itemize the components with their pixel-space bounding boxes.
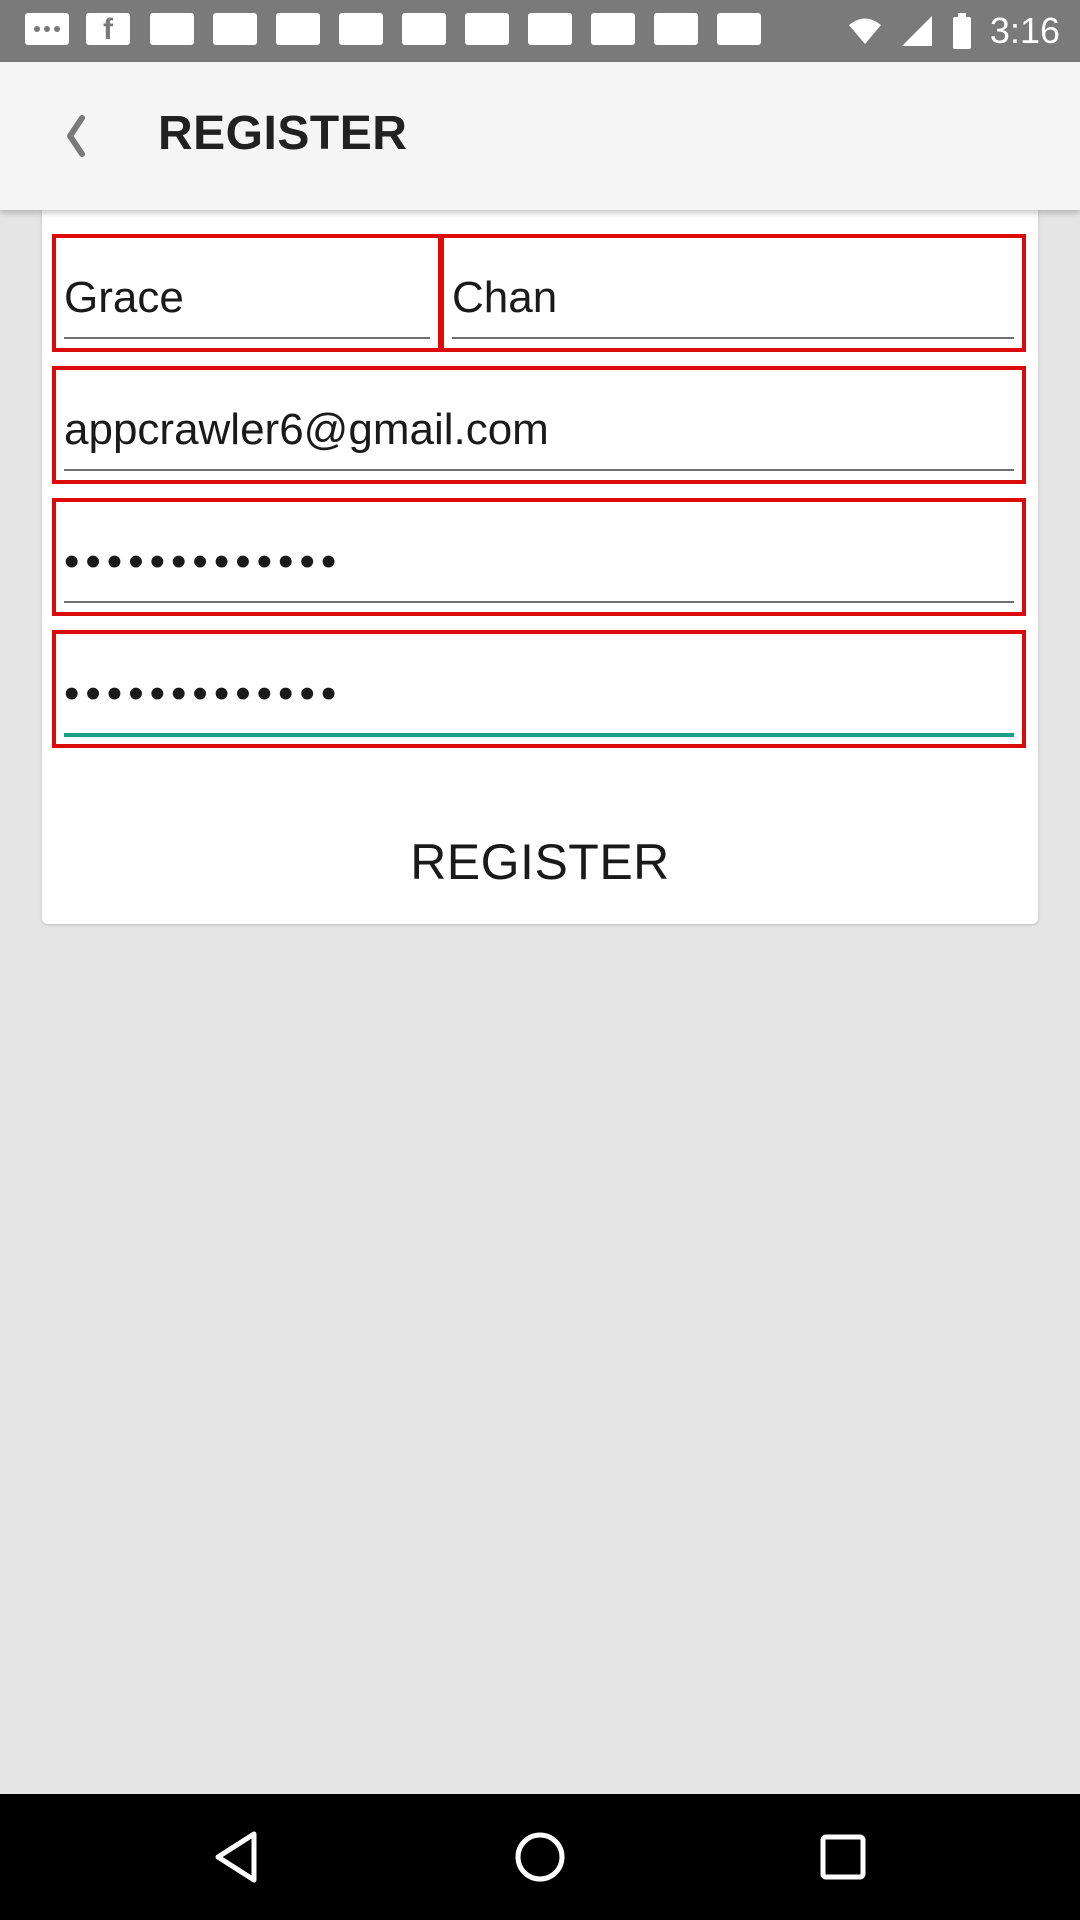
notification-icon — [717, 13, 761, 45]
home-circle-icon[interactable] — [509, 1826, 571, 1888]
app-bar: REGISTER — [0, 62, 1080, 210]
confirm-password-field[interactable]: ••••••••••••• — [52, 630, 1026, 748]
last-name-field[interactable]: Chan — [440, 234, 1026, 352]
status-bar: f 3:16 — [0, 0, 1080, 62]
notification-icon — [528, 13, 572, 45]
notification-icon — [465, 13, 509, 45]
notification-icon — [591, 13, 635, 45]
email-field[interactable]: appcrawler6@gmail.com — [52, 366, 1026, 484]
notification-icon — [213, 13, 257, 45]
battery-icon — [952, 13, 971, 49]
register-form-card: Grace Chan appcrawler6@gmail.com •••••••… — [42, 210, 1038, 924]
notification-icon — [339, 13, 383, 45]
notification-icon — [150, 13, 194, 45]
confirm-password-input[interactable]: ••••••••••••• — [64, 654, 1014, 737]
chevron-left-icon[interactable] — [56, 110, 96, 162]
status-tray: 3:16 — [848, 0, 1060, 62]
notification-icon — [276, 13, 320, 45]
wifi-icon — [848, 18, 881, 44]
email-input[interactable]: appcrawler6@gmail.com — [64, 390, 1014, 471]
register-button[interactable]: REGISTER — [42, 810, 1038, 914]
facebook-icon: f — [86, 13, 130, 46]
notification-icon — [654, 13, 698, 45]
first-name-field[interactable]: Grace — [52, 234, 442, 352]
back-triangle-icon[interactable] — [206, 1826, 268, 1888]
recents-square-icon[interactable] — [812, 1826, 874, 1888]
more-icon — [25, 13, 69, 45]
signal-icon — [901, 16, 932, 46]
page-title: REGISTER — [158, 107, 408, 160]
status-time: 3:16 — [989, 10, 1060, 51]
password-input[interactable]: ••••••••••••• — [64, 522, 1014, 603]
password-field[interactable]: ••••••••••••• — [52, 498, 1026, 616]
last-name-input[interactable]: Chan — [452, 258, 1014, 339]
notification-icon — [402, 13, 446, 45]
navigation-bar — [0, 1794, 1080, 1920]
first-name-input[interactable]: Grace — [64, 258, 430, 339]
